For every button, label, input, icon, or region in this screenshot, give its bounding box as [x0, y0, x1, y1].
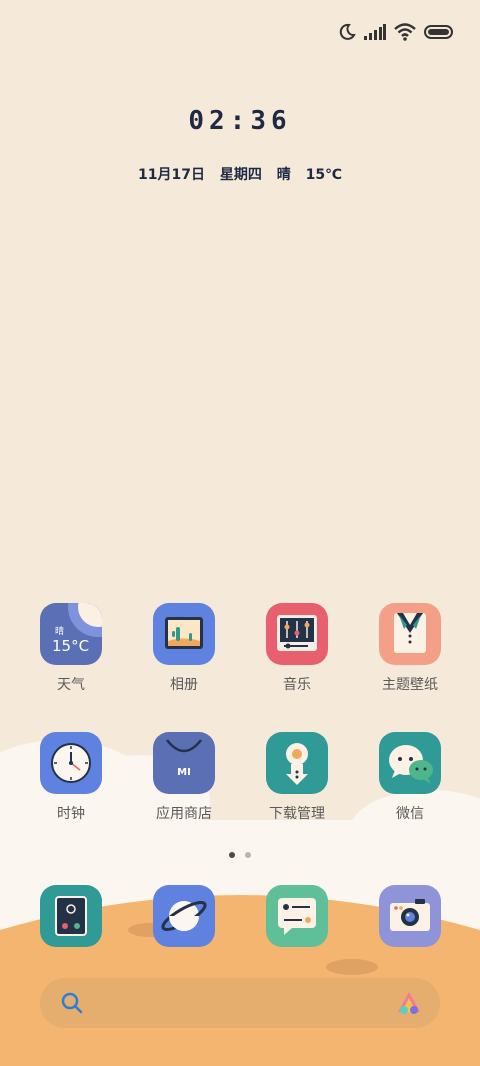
app-label: 天气	[57, 677, 85, 693]
app-label: 时钟	[57, 806, 85, 822]
app-themes[interactable]: 主题壁纸	[362, 603, 458, 694]
search-bar[interactable]	[40, 978, 440, 1028]
app-label: 应用商店	[156, 806, 212, 822]
wifi-icon	[394, 23, 416, 41]
weather-tile-temp: 15°C	[52, 637, 90, 655]
app-label: 下载管理	[269, 806, 325, 822]
page-dot-2[interactable]	[245, 852, 251, 858]
battery-icon	[424, 25, 453, 39]
app-label: 音乐	[283, 677, 311, 693]
signal-icon	[364, 24, 386, 40]
dock-messages[interactable]	[249, 885, 345, 947]
assistant-icon[interactable]	[396, 990, 422, 1016]
music-icon	[266, 603, 328, 665]
date-text: 11月17日	[137, 167, 205, 183]
weekday-text: 星期四	[219, 167, 262, 183]
messages-icon	[266, 885, 328, 947]
dock-camera[interactable]	[362, 885, 458, 947]
search-icon[interactable]	[60, 991, 84, 1015]
weather-icon: 晴 15°C	[40, 603, 102, 665]
dock-phone[interactable]	[23, 885, 119, 947]
app-music[interactable]: 音乐	[249, 603, 345, 694]
date-weather-line: 11月17日 星期四 晴 15℃	[0, 164, 480, 184]
app-downloads[interactable]: 下载管理	[249, 732, 345, 823]
gallery-icon	[153, 603, 215, 665]
clock-icon	[40, 732, 102, 794]
dock-browser[interactable]	[136, 885, 232, 947]
wechat-icon	[379, 732, 441, 794]
download-icon	[266, 732, 328, 794]
temperature-text: 15℃	[305, 167, 343, 183]
browser-icon	[153, 885, 215, 947]
app-clock[interactable]: 时钟	[23, 732, 119, 823]
page-indicator[interactable]	[0, 852, 480, 858]
moon-icon	[339, 23, 356, 40]
lockscreen-time: 02:36	[188, 106, 292, 136]
status-bar	[338, 18, 454, 46]
app-label: 微信	[396, 806, 424, 822]
app-weather[interactable]: 晴 15°C 天气	[23, 603, 119, 694]
app-wechat[interactable]: 微信	[362, 732, 458, 823]
store-logo: MI	[177, 767, 191, 778]
phone-icon	[40, 885, 102, 947]
app-store-icon: MI	[153, 732, 215, 794]
app-store[interactable]: MI 应用商店	[136, 732, 232, 823]
camera-icon	[379, 885, 441, 947]
app-label: 相册	[170, 677, 198, 693]
weather-condition-text: 晴	[276, 167, 291, 183]
themes-icon	[379, 603, 441, 665]
page-dot-1[interactable]	[229, 852, 235, 858]
app-label: 主题壁纸	[382, 677, 438, 693]
app-gallery[interactable]: 相册	[136, 603, 232, 694]
weather-tile-condition: 晴	[55, 627, 65, 637]
